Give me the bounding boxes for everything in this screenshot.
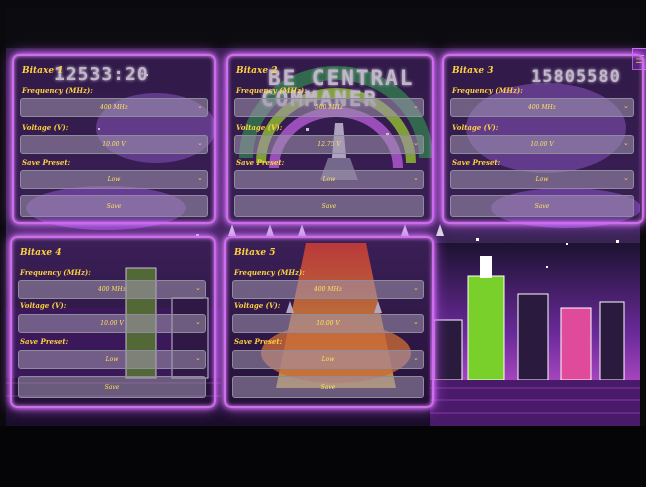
chevron-down-icon: ⌄ <box>623 174 629 182</box>
chevron-down-icon: ⌄ <box>413 102 419 110</box>
preset-label: Save Preset: <box>22 158 71 167</box>
preset-label: Save Preset: <box>234 337 283 346</box>
miner-panel-bitaxe-5: Bitaxe 5 Frequency (MHz): 400 MHz ⌄ Volta… <box>224 236 434 408</box>
chevron-down-icon: ⌄ <box>197 139 203 147</box>
voltage-select[interactable]: 10.00 V ⌄ <box>20 135 208 154</box>
monitor-bezel <box>0 426 646 487</box>
preset-label: Save Preset: <box>236 158 285 167</box>
save-button[interactable]: Save <box>232 376 424 398</box>
voltage-label: Voltage (V): <box>20 301 67 310</box>
chevron-down-icon: ⌄ <box>413 354 419 362</box>
chevron-down-icon: ⌄ <box>413 284 419 292</box>
voltage-label: Voltage (V): <box>452 123 499 132</box>
save-button[interactable]: Save <box>234 195 424 217</box>
frequency-label: Frequency (MHz): <box>20 268 91 277</box>
preset-select[interactable]: Low ⌄ <box>232 350 424 369</box>
voltage-label: Voltage (V): <box>236 123 283 132</box>
save-button[interactable]: Save <box>450 195 634 217</box>
panel-title: Bitaxe 5 <box>234 248 276 258</box>
voltage-label: Voltage (V): <box>234 301 281 310</box>
chevron-down-icon: ⌄ <box>623 102 629 110</box>
save-button[interactable]: Save <box>20 195 208 217</box>
preset-select[interactable]: Low ⌄ <box>18 350 206 369</box>
panel-title: Bitaxe 1 <box>22 66 64 76</box>
miner-panel-bitaxe-4: Bitaxe 4 Frequency (MHz): 400 MHz ⌄ Volta… <box>10 236 216 408</box>
panel-title: Bitaxe 2 <box>236 66 278 76</box>
panel-title: Bitaxe 3 <box>452 66 494 76</box>
chevron-down-icon: ⌄ <box>195 318 201 326</box>
chevron-down-icon: ⌄ <box>623 139 629 147</box>
preset-select[interactable]: Low ⌄ <box>234 170 424 189</box>
save-button[interactable]: Save <box>18 376 206 398</box>
frequency-select[interactable]: 400 MHz ⌄ <box>232 280 424 299</box>
voltage-select[interactable]: 10.00 V ⌄ <box>18 314 206 333</box>
voltage-select[interactable]: 10.00 V ⌄ <box>232 314 424 333</box>
chevron-down-icon: ⌄ <box>197 102 203 110</box>
chevron-down-icon: ⌄ <box>413 318 419 326</box>
frequency-select[interactable]: 400 MHz ⌄ <box>20 98 208 117</box>
preset-label: Save Preset: <box>20 337 69 346</box>
voltage-select[interactable]: 10.00 V ⌄ <box>450 135 634 154</box>
chevron-down-icon: ⌄ <box>413 139 419 147</box>
chevron-down-icon: ⌄ <box>197 174 203 182</box>
miner-panel-bitaxe-3: Bitaxe 3 Frequency (MHz): 400 MHz ⌄ Volta… <box>442 54 644 224</box>
frequency-select[interactable]: 400 MHz ⌄ <box>450 98 634 117</box>
chevron-down-icon: ⌄ <box>195 284 201 292</box>
frequency-label: Frequency (MHz): <box>236 86 307 95</box>
frequency-label: Frequency (MHz): <box>234 268 305 277</box>
preset-select[interactable]: Low ⌄ <box>20 170 208 189</box>
chevron-down-icon: ⌄ <box>413 174 419 182</box>
miner-panel-bitaxe-1: Bitaxe 1 Frequency (MHz): 400 MHz ⌄ Volta… <box>12 54 216 224</box>
panel-title: Bitaxe 4 <box>20 248 62 258</box>
voltage-select[interactable]: 12.75 V ⌄ <box>234 135 424 154</box>
frequency-select[interactable]: 400 MHz ⌄ <box>18 280 206 299</box>
preset-select[interactable]: Low ⌄ <box>450 170 634 189</box>
chevron-down-icon: ⌄ <box>195 354 201 362</box>
frequency-label: Frequency (MHz): <box>452 86 523 95</box>
frequency-select[interactable]: 500 MHz ⌄ <box>234 98 424 117</box>
frequency-label: Frequency (MHz): <box>22 86 93 95</box>
miner-panel-bitaxe-2: Bitaxe 2 Frequency (MHz): 500 MHz ⌄ Volta… <box>226 54 434 224</box>
preset-label: Save Preset: <box>452 158 501 167</box>
voltage-label: Voltage (V): <box>22 123 69 132</box>
